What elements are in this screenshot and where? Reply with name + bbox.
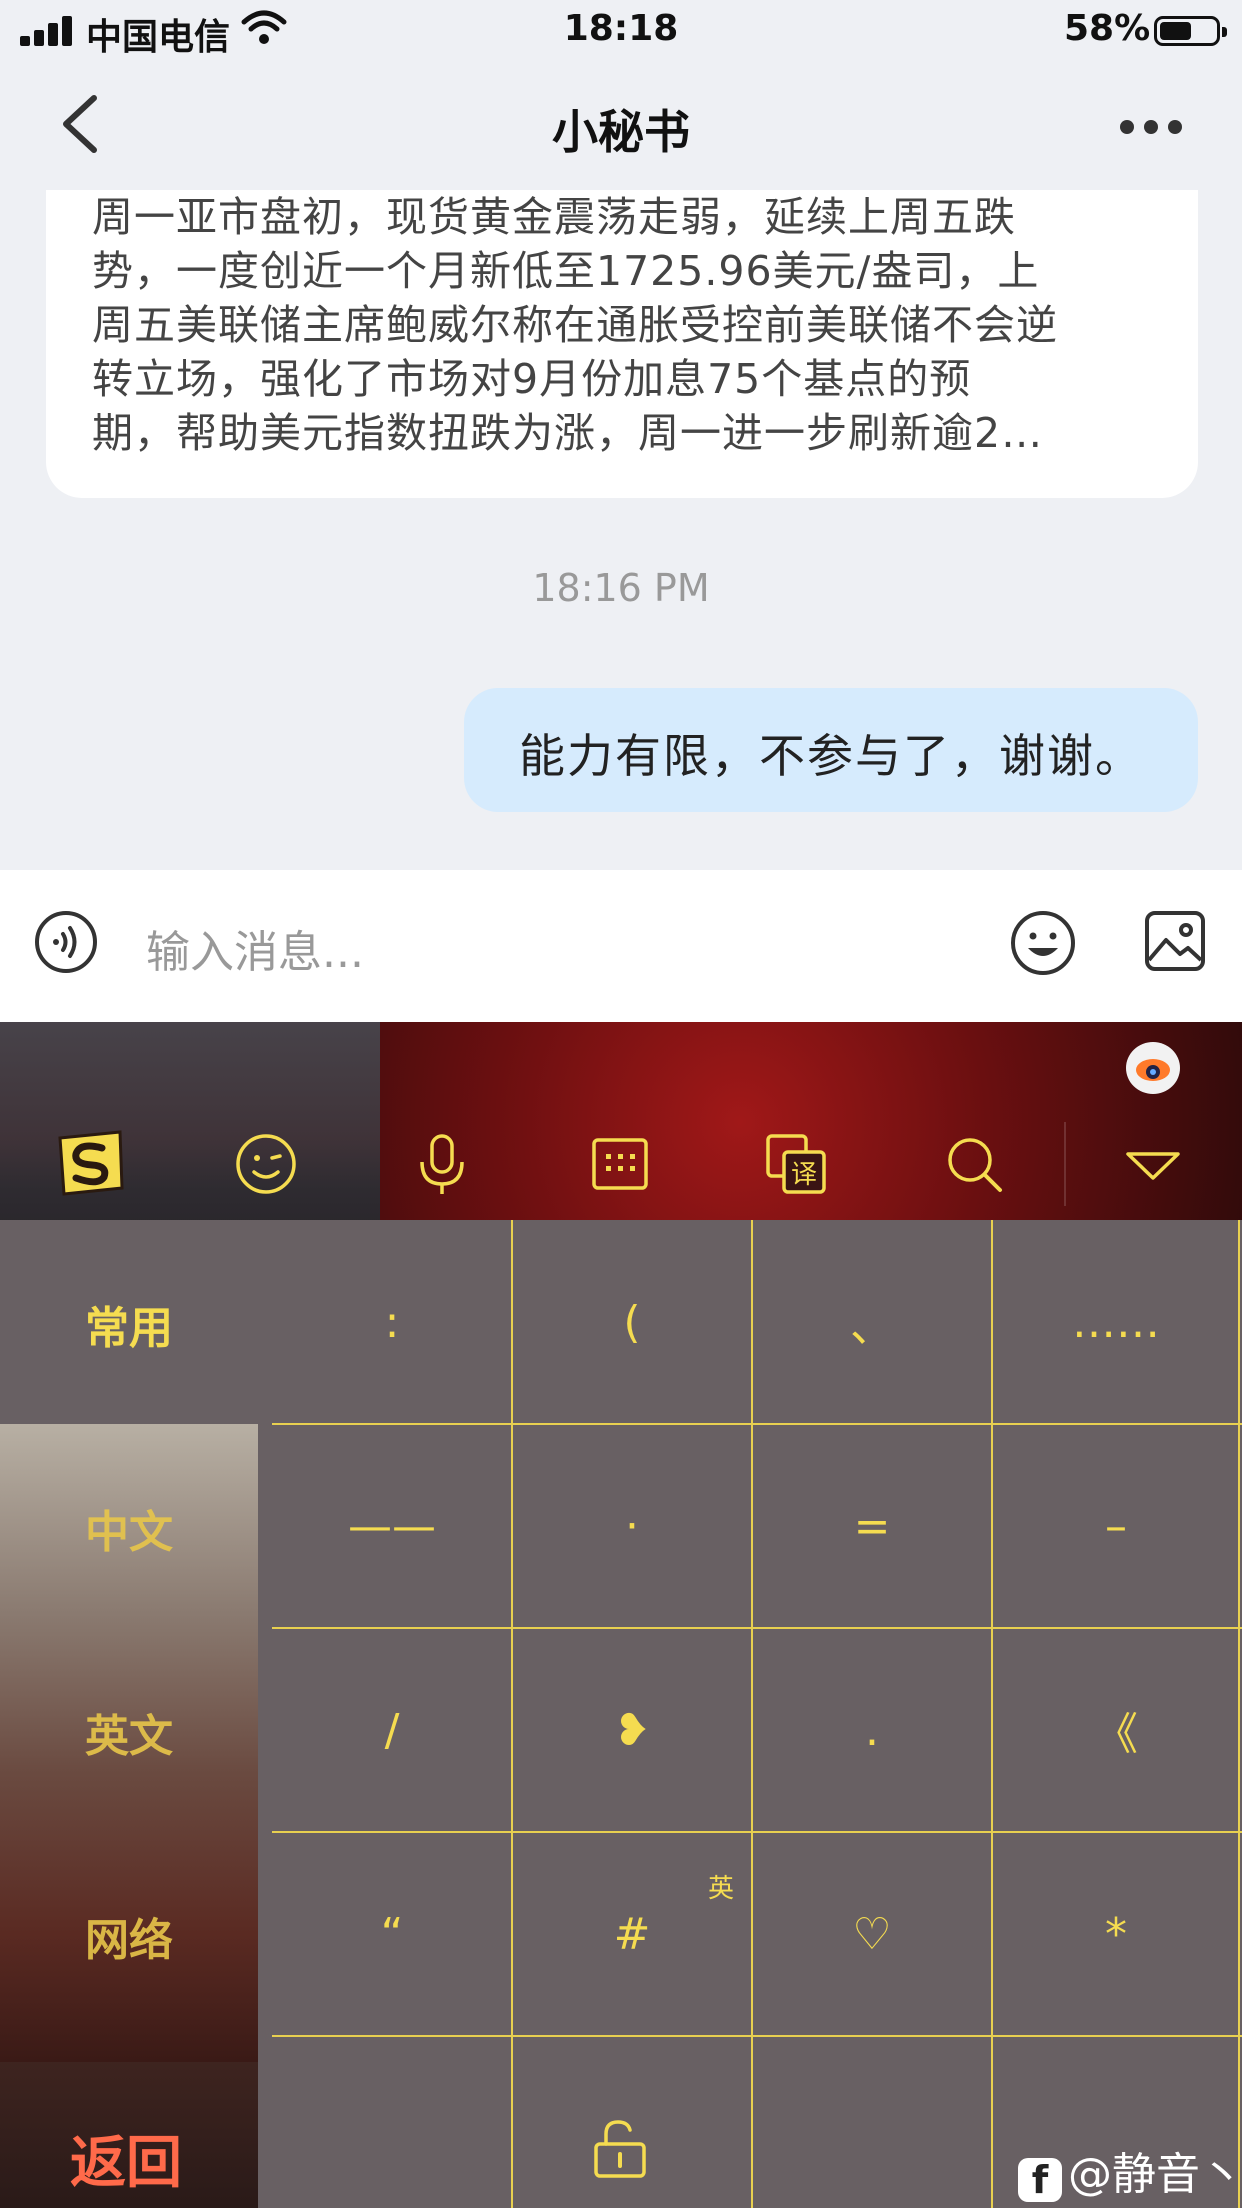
unlock-icon[interactable] (590, 2116, 650, 2180)
symbol-key[interactable]: / (272, 1628, 512, 1832)
watermark: f @静音丶 (1018, 2138, 1242, 2202)
emoji-icon[interactable] (234, 1132, 298, 1196)
keyboard-bottom-bar: 返回 f @静音丶 (0, 2082, 1242, 2208)
symbol-key[interactable]: …… (992, 1220, 1240, 1424)
battery-percent: 58% (1064, 8, 1151, 49)
toolbar-divider (1064, 1122, 1066, 1206)
watermark-text: @静音丶 (1068, 2149, 1242, 2200)
symbol-key[interactable]: “ (272, 1832, 512, 2036)
symbol-key[interactable]: : (272, 1220, 512, 1424)
keyboard-toolbar: 译 (0, 1102, 1242, 1220)
message-input[interactable]: 输入消息... (146, 916, 364, 980)
sogou-logo-icon[interactable] (52, 1128, 128, 1198)
navigation-bar: 小秘书 (0, 62, 1242, 190)
emoji-icon[interactable] (1010, 910, 1076, 976)
outgoing-message-text: 能力有限，不参与了，谢谢。 (519, 729, 1143, 783)
image-icon[interactable] (1144, 910, 1206, 972)
translate-char: 译 (791, 1160, 817, 1190)
symbol-key[interactable]: = (752, 1424, 992, 1628)
battery-icon (1154, 16, 1227, 46)
incoming-message-bubble[interactable]: 周一亚市盘初，现货黄金震荡走弱，延续上周五跌 势，一度创近一个月新低至1725.… (46, 190, 1198, 498)
search-icon[interactable] (942, 1132, 1006, 1196)
message-input-bar: 输入消息... (0, 870, 1242, 1022)
keyboard-icon[interactable] (588, 1132, 652, 1196)
translate-icon[interactable]: 译 (764, 1132, 828, 1196)
symbol-key[interactable]: * (992, 1832, 1240, 2036)
symbol-key[interactable]: # (512, 1832, 752, 2036)
watermark-logo-icon: f (1018, 2158, 1062, 2202)
category-common[interactable]: 常用 (0, 1292, 258, 1356)
collapse-keyboard-icon[interactable] (1124, 1132, 1182, 1196)
symbol-key[interactable]: . (752, 1628, 992, 1832)
status-bar: 中国电信 18:18 58% (0, 0, 1242, 62)
symbol-key[interactable]: – (992, 1424, 1240, 1628)
message-timestamp: 18:16 PM (532, 566, 710, 610)
symbol-key[interactable]: ♡ (752, 1832, 992, 2036)
ellipsis-icon[interactable] (1116, 108, 1186, 138)
hash-key-superscript: 英 (708, 1874, 735, 1904)
symbol-key[interactable]: 《 (992, 1628, 1240, 1832)
symbol-key[interactable]: —— (272, 1424, 512, 1628)
symbol-key[interactable]: ❥ (512, 1628, 752, 1832)
return-button[interactable]: 返回 (70, 2118, 182, 2199)
symbol-key[interactable]: ( (512, 1220, 752, 1424)
voice-icon[interactable] (34, 910, 98, 974)
microphone-icon[interactable] (410, 1132, 474, 1196)
category-english[interactable]: 英文 (0, 1700, 258, 1764)
category-chinese[interactable]: 中文 (0, 1496, 258, 1560)
page-title: 小秘书 (552, 105, 690, 159)
outgoing-message-bubble[interactable]: 能力有限，不参与了，谢谢。 (464, 688, 1198, 812)
symbol-key[interactable]: 、 (752, 1220, 992, 1424)
clock: 18:18 (563, 8, 679, 49)
mascot-icon[interactable] (1124, 1034, 1182, 1096)
category-internet[interactable]: 网络 (0, 1904, 258, 1968)
incoming-message-text: 周一亚市盘初，现货黄金震荡走弱，延续上周五跌 势，一度创近一个月新低至1725.… (92, 193, 1058, 457)
symbol-key[interactable]: · (512, 1424, 752, 1628)
keyboard: 译 常用 中文 英文 网络 : ( 、 …… —— · = – / ❥ . 《 … (0, 1022, 1242, 2208)
